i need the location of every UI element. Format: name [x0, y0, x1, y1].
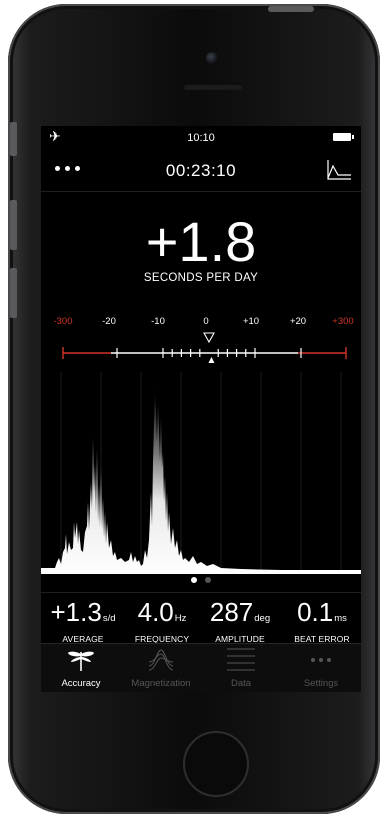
volume-down-button — [10, 268, 17, 318]
stat-amplitude-unit: deg — [254, 613, 271, 624]
battery-icon — [333, 133, 354, 141]
page-dot-2[interactable] — [205, 577, 211, 583]
tab-data-label: Data — [230, 678, 252, 689]
graph-icon[interactable] — [325, 158, 353, 182]
tab-magnetization[interactable]: Magnetization — [121, 644, 201, 692]
stat-beat-error-value: 0.1 — [297, 597, 334, 627]
stat-frequency: 4.0Hz FREQUENCY — [127, 597, 197, 644]
target-marker — [203, 332, 215, 344]
home-button[interactable] — [183, 731, 249, 797]
front-camera — [206, 52, 218, 64]
stat-beat-error-unit: ms — [334, 613, 347, 624]
dragonfly-icon — [68, 651, 94, 671]
tab-magnetization-label: Magnetization — [131, 678, 191, 689]
stat-average-unit: s/d — [102, 613, 116, 624]
power-button — [268, 6, 314, 12]
tab-accuracy[interactable]: Accuracy — [41, 644, 121, 692]
more-dots-icon — [311, 658, 331, 662]
elapsed-timer: 00:23:10 — [165, 161, 237, 180]
volume-up-button — [10, 200, 17, 250]
stat-average: +1.3s/d AVERAGE — [45, 597, 121, 644]
magnet-wave-icon — [148, 649, 174, 671]
stat-beat-error: 0.1ms BEAT ERROR — [285, 597, 359, 644]
status-time: 10:10 — [187, 132, 215, 144]
beat-histogram — [41, 372, 361, 574]
tab-data[interactable]: Data — [201, 644, 281, 692]
page-indicator[interactable] — [41, 577, 361, 583]
rate-label: SECONDS PER DAY — [143, 272, 259, 284]
list-lines-icon — [227, 648, 255, 671]
stat-amplitude-value: 287 — [209, 597, 254, 627]
stat-frequency-unit: Hz — [174, 613, 187, 624]
app-screen: ✈ 10:10 00:23:10 +1.8 SECONDS PER DAY -3… — [41, 126, 361, 692]
tab-accuracy-label: Accuracy — [61, 678, 101, 689]
stat-amplitude: 287deg AMPLITUDE — [201, 597, 279, 644]
tab-settings[interactable]: Settings — [281, 644, 361, 692]
tab-bar: Accuracy Magnetization Data Settings — [41, 643, 361, 692]
tab-settings-label: Settings — [303, 678, 339, 689]
stat-frequency-value: 4.0 — [137, 597, 174, 627]
mute-switch — [10, 122, 17, 156]
value-marker — [208, 357, 215, 363]
earpiece-speaker — [183, 83, 243, 90]
status-bar: ✈ 10:10 — [41, 126, 361, 148]
stat-average-value: +1.3 — [50, 597, 102, 627]
nav-bar: 00:23:10 — [41, 148, 361, 192]
stats-row: +1.3s/d AVERAGE 4.0Hz FREQUENCY 287deg A… — [41, 592, 361, 644]
rate-value: +1.8 — [145, 210, 257, 273]
page-dot-1[interactable] — [191, 577, 197, 583]
